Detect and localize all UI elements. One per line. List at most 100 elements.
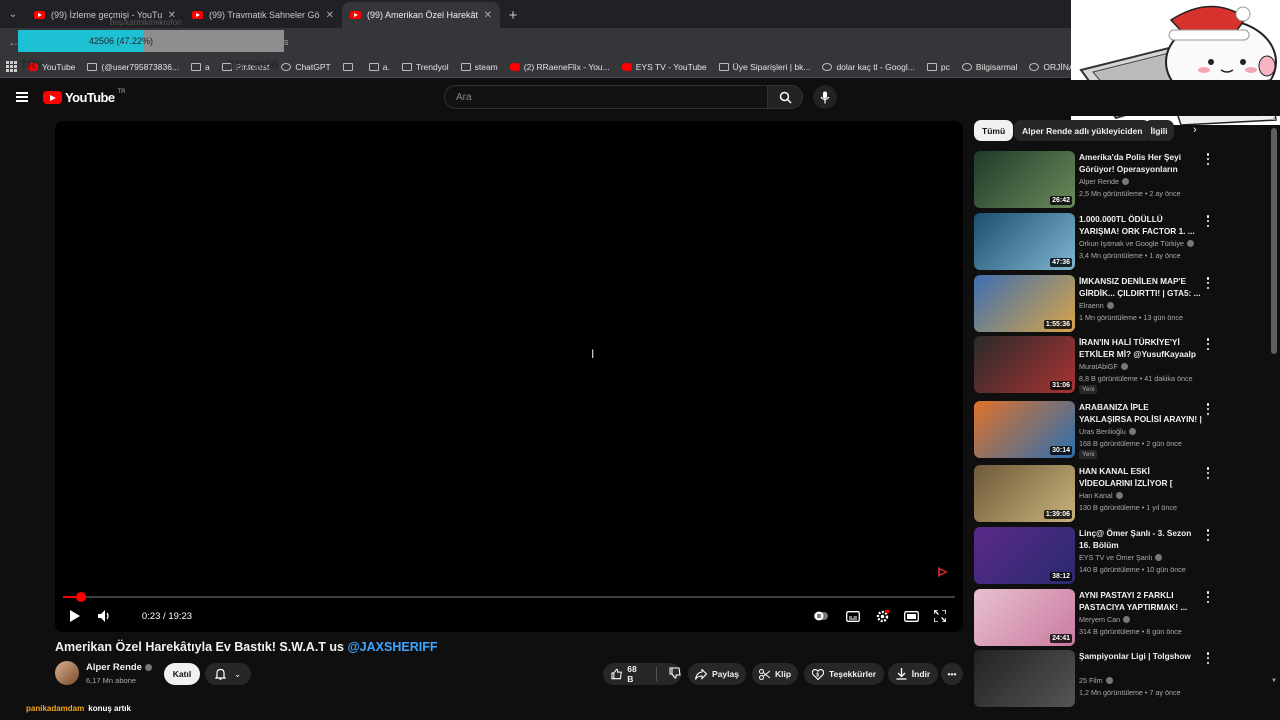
recommendation-item[interactable]: 30:14 ARABANIZA İPLE YAKLAŞIRSA POLİSİ AR… [974,401,1214,459]
download-button[interactable]: İndir [888,663,938,685]
recommendation-title[interactable]: ARABANIZA İPLE YAKLAŞIRSA POLİSİ ARAYIN!… [1079,401,1203,425]
channel-name[interactable]: Alper Rende [86,662,152,673]
more-vertical-icon[interactable] [1206,467,1210,479]
recommendation-title[interactable]: İMKANSIZ DENİLEN MAP'E GİRDİK... ÇILDIRT… [1079,275,1203,299]
video-thumbnail[interactable]: 30:14 [974,401,1075,458]
chevron-right-icon[interactable]: › [1193,124,1197,136]
play-button[interactable] [63,605,85,627]
fullscreen-button[interactable] [929,605,951,627]
video-thumbnail[interactable] [974,650,1075,707]
video-title-mention[interactable]: @JAXSHERIFF [347,640,437,654]
scrollbar-thumb[interactable] [1271,128,1277,354]
recommendation-item[interactable]: Şampiyonlar Ligi | Tolgshow 25 Film 1,2 Mn… [974,650,1214,708]
bookmark-item[interactable] [337,62,363,71]
more-vertical-icon[interactable] [1206,338,1210,350]
back-arrow-icon[interactable]: ← [0,35,20,49]
more-vertical-icon[interactable] [1206,277,1210,289]
more-vertical-icon[interactable] [1206,215,1210,227]
bookmark-item[interactable]: ChatGPT [275,62,336,72]
video-player[interactable]: I 0:23 / 19:23 [55,121,963,632]
recommendation-item[interactable]: 26:42 Amerika'da Polis Her Şeyi Görüyor! … [974,151,1214,209]
mute-button[interactable] [93,605,115,627]
video-thumbnail[interactable]: 47:36 [974,213,1075,270]
video-thumbnail[interactable]: 38:12 [974,527,1075,584]
recommendation-title[interactable]: AYNI PASTAYI 2 FARKLI PASTACIYA YAPTIRMA… [1079,589,1203,613]
bookmark-item[interactable]: Üye Siparişleri | bk... [713,62,817,72]
recommendation-channel[interactable]: Elraenn [1079,301,1114,310]
tab-search-icon[interactable]: ⌄ [0,0,26,28]
more-vertical-icon[interactable] [1206,529,1210,541]
recommendation-item[interactable]: 47:36 1.000.000TL ÖDÜLLÜ YARIŞMA! ORK FAC… [974,213,1214,271]
apps-grid-icon[interactable] [6,60,18,73]
avatar[interactable] [55,661,79,685]
bookmark-item[interactable]: a. [363,62,396,72]
search-input[interactable]: Ara [444,85,767,109]
close-icon[interactable]: ✕ [484,10,492,21]
settings-button[interactable] [871,605,893,627]
recommendation-channel[interactable]: EYS TV ve Ömer Şanlı [1079,553,1163,562]
recommendation-channel[interactable]: Uras Benlioğlu [1079,427,1136,436]
notification-bell-button[interactable]: ⌄ [205,663,251,685]
recommendation-channel[interactable]: Han Kanal [1079,491,1123,500]
chip-uploader[interactable]: Alper Rende adlı yükleyiciden [1014,120,1151,141]
share-button[interactable]: Paylaş [688,663,746,685]
video-thumbnail[interactable]: 26:42 [974,151,1075,208]
chip-all[interactable]: Tümü [974,120,1014,141]
hamburger-menu-icon[interactable] [16,92,28,102]
new-tab-button[interactable]: + [500,2,526,28]
clip-button[interactable]: Klip [752,663,798,685]
bookmark-item[interactable]: (2) RRaeneFlix - You... [504,62,616,72]
bookmark-item[interactable]: dolar kaç tl - Googl... [816,62,920,72]
recommendation-channel[interactable]: MuratAbiGF [1079,362,1128,371]
browser-tab-active[interactable]: (99) Amerikan Özel Harekâtıyla ✕ [342,2,500,28]
progress-bar[interactable] [63,592,955,602]
bookmark-item[interactable]: pc [921,62,956,72]
recommendation-item[interactable]: 31:06 İRAN'IN HALİ TÜRKİYE'Yİ ETKİLER Mİ?… [974,336,1214,394]
bookmark-item[interactable]: steam [455,62,504,72]
recommendation-title[interactable]: Amerika'da Polis Her Şeyi Görüyor! Opera… [1079,151,1203,175]
like-button[interactable]: 68 B [611,664,644,684]
bookmark-item[interactable]: EYS TV - YouTube [616,62,713,72]
bookmark-item[interactable]: Trendyol [396,62,455,72]
recommendation-item[interactable]: 1:55:36 İMKANSIZ DENİLEN MAP'E GİRDİK... … [974,275,1214,333]
scroll-up-arrow-icon[interactable]: ▲ [1271,116,1277,122]
video-thumbnail[interactable]: 31:06 [974,336,1075,393]
close-icon[interactable]: ✕ [326,10,334,21]
recommendation-channel[interactable]: Meryem Can [1079,615,1131,624]
autoplay-toggle[interactable] [811,605,831,627]
video-thumbnail[interactable]: 1:55:36 [974,275,1075,332]
recommendation-channel[interactable]: Alper Rende [1079,177,1129,186]
recommendation-title[interactable]: İRAN'IN HALİ TÜRKİYE'Yİ ETKİLER Mİ? @Yus… [1079,336,1203,360]
search-button[interactable] [767,85,803,109]
more-vertical-icon[interactable] [1206,403,1210,415]
theater-mode-button[interactable] [900,605,922,627]
scroll-down-arrow-icon[interactable]: ▼ [1271,678,1277,684]
video-thumbnail[interactable]: 24:41 [974,589,1075,646]
youtube-logo[interactable]: YouTube TR [43,89,125,105]
more-actions-button[interactable]: ••• [941,663,963,685]
chip-related[interactable]: İlgili [1144,120,1174,141]
recommendation-title[interactable]: HAN KANAL ESKİ VİDEOLARINI İZLİYOR [ OLD… [1079,465,1203,489]
dislike-button[interactable] [669,667,681,681]
thanks-button[interactable]: $ Teşekkürler [804,663,884,685]
progress-scrubber[interactable] [75,592,86,602]
subtitles-button[interactable] [843,605,863,627]
more-vertical-icon[interactable] [1206,652,1210,664]
recommendation-title[interactable]: Şampiyonlar Ligi | Tolgshow [1079,650,1203,662]
recommendation-item[interactable]: 38:12 Linç@ Ömer Şanlı - 3. Sezon 16. Böl… [974,527,1214,585]
video-thumbnail[interactable]: 1:39:06 [974,465,1075,522]
browser-tab[interactable]: (99) Travmatik Sahneler Gördün ✕ [184,2,342,28]
join-button[interactable]: Katıl [164,663,200,685]
address-url-fragment[interactable]: s [284,37,289,47]
bookmark-item[interactable]: Bilgisarmal [956,62,1024,72]
recommendation-item[interactable]: 1:39:06 HAN KANAL ESKİ VİDEOLARINI İZLİYO… [974,465,1214,523]
bookmark-item[interactable]: (@user795873836... [81,62,185,72]
voice-search-button[interactable] [813,85,837,109]
recommendation-title[interactable]: 1.000.000TL ÖDÜLLÜ YARIŞMA! ORK FACTOR 1… [1079,213,1203,237]
bookmark-item[interactable]: a [185,62,216,72]
recommendation-channel[interactable]: 25 Film [1079,676,1113,685]
recommendation-title[interactable]: Linç@ Ömer Şanlı - 3. Sezon 16. Bölüm [1079,527,1203,551]
more-vertical-icon[interactable] [1206,153,1210,165]
recommendation-channel[interactable]: Orkun Işıtmak ve Google Türkiye [1079,239,1194,248]
more-vertical-icon[interactable] [1206,591,1210,603]
